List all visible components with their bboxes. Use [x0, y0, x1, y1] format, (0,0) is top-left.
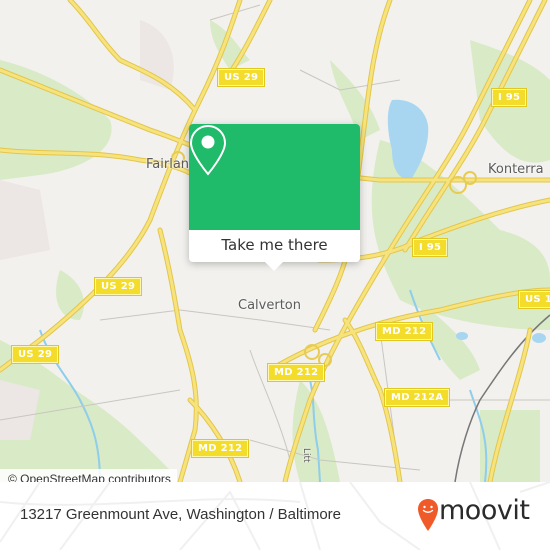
road-shield-md212: MD 212 [374, 322, 434, 341]
moovit-wordmark: moovit [439, 495, 530, 526]
road-shield-us29: US 29 [93, 277, 143, 296]
road-shield-us29: US 29 [216, 68, 266, 87]
street-label: Litt [301, 448, 311, 463]
moovit-pin-icon [418, 499, 438, 531]
place-label-konterra: Konterra [488, 162, 544, 177]
road-shield-md212a: MD 212A [383, 388, 451, 407]
popup-pointer [265, 262, 283, 271]
road-shield-md212: MD 212 [190, 439, 250, 458]
road-shield-md212: MD 212 [266, 363, 326, 382]
map-view[interactable]: Fairland Konterra Calverton US 29 I 95 I… [0, 0, 550, 482]
road-shield-i95: I 95 [490, 88, 528, 107]
location-pin-icon [189, 124, 227, 176]
road-shield-us1: US 1 [518, 290, 550, 309]
take-me-there-button[interactable]: Take me there [189, 230, 360, 262]
popup-header [189, 124, 360, 230]
address-text: 13217 Greenmount Ave, Washington / Balti… [20, 506, 342, 523]
footer-bar: 13217 Greenmount Ave, Washington / Balti… [0, 482, 550, 550]
map-attribution[interactable]: © OpenStreetMap contributors [0, 469, 177, 482]
road-shield-us29: US 29 [10, 345, 60, 364]
place-label-calverton: Calverton [238, 298, 301, 313]
location-popup: Take me there [189, 124, 360, 271]
road-shield-i95: I 95 [411, 238, 449, 257]
